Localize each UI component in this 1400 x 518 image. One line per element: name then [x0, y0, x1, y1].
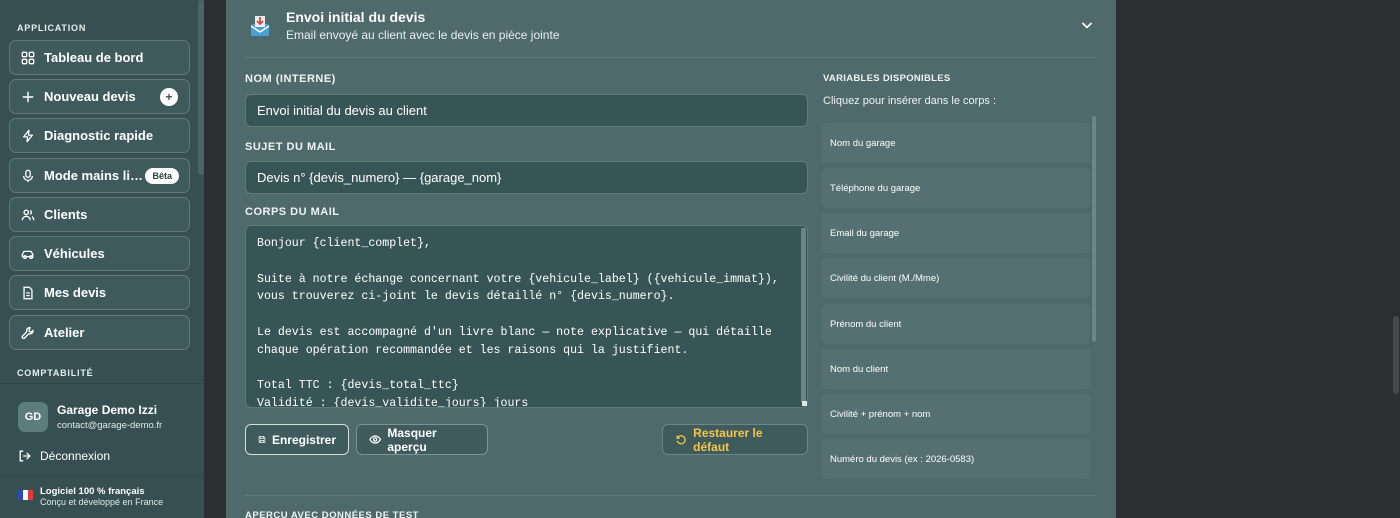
sidebar-item-label: Véhicules: [44, 246, 105, 261]
lightning-icon: [22, 129, 34, 142]
sidebar-item-label: Mode mains libres: [44, 168, 145, 183]
variable-item-quote-number[interactable]: Numéro du devis (ex : 2026-0583): [822, 439, 1090, 479]
page-scrollbar[interactable]: [1393, 316, 1399, 394]
avatar: GD: [18, 402, 48, 432]
body-textarea[interactable]: Bonjour {client_complet}, Suite à notre …: [245, 225, 808, 408]
variables-title: VARIABLES DISPONIBLES: [823, 73, 951, 84]
logout-icon: [19, 450, 31, 462]
sidebar-item-label: Atelier: [44, 325, 85, 340]
body-field-label: CORPS DU MAIL: [245, 206, 340, 218]
mail-outbox-icon: [250, 16, 270, 36]
sidebar: APPLICATION Tableau de bord Nouveau devi…: [0, 0, 204, 518]
variables-hint: Cliquez pour insérer dans le corps :: [823, 95, 997, 107]
header-divider: [245, 57, 1096, 58]
sidebar-item-label: Tableau de bord: [44, 50, 144, 65]
beta-badge: Bêta: [145, 167, 179, 184]
textarea-resize-handle[interactable]: [802, 401, 807, 406]
microphone-icon: [22, 169, 34, 182]
save-button[interactable]: Enregistrer: [245, 424, 349, 455]
variable-item-garage-email[interactable]: Email du garage: [822, 213, 1090, 253]
subject-field[interactable]: [245, 161, 808, 194]
sidebar-divider: [0, 383, 204, 384]
template-subtitle: Email envoyé au client avec le devis en …: [286, 28, 560, 42]
sidebar-item-label: Diagnostic rapide: [44, 128, 154, 143]
french-flag-icon: [18, 490, 33, 500]
toggle-preview-label: Masquer aperçu: [387, 425, 437, 454]
restore-default-label: Restaurer le défaut: [693, 425, 763, 454]
car-icon: [21, 250, 34, 259]
variables-list: Nom du garage Téléphone du garage Email …: [822, 116, 1092, 480]
variable-item-client-full[interactable]: Civilité + prénom + nom: [822, 394, 1090, 434]
sidebar-item-vehicles[interactable]: Véhicules: [9, 236, 190, 271]
user-email: contact@garage-demo.fr: [57, 420, 163, 431]
variables-scrollbar[interactable]: [1092, 116, 1096, 342]
name-field[interactable]: [245, 94, 808, 127]
preview-divider: [245, 495, 1096, 496]
sidebar-item-new-quote[interactable]: Nouveau devis +: [9, 79, 190, 114]
sidebar-divider: [0, 475, 204, 476]
document-icon: [23, 286, 33, 299]
variable-item-garage-name[interactable]: Nom du garage: [822, 123, 1090, 163]
footer-title: Logiciel 100 % français: [40, 486, 145, 497]
sidebar-scrollbar[interactable]: [198, 0, 204, 175]
sidebar-item-label: Clients: [44, 207, 88, 222]
chevron-down-icon[interactable]: [1080, 18, 1094, 32]
floppy-disk-icon: [258, 436, 266, 443]
user-name: Garage Demo Izzi: [57, 403, 158, 417]
users-icon: [21, 209, 35, 220]
logout-link[interactable]: Déconnexion: [18, 449, 110, 463]
sidebar-item-my-quotes[interactable]: Mes devis: [9, 275, 190, 310]
wrench-icon: [21, 326, 34, 339]
template-title: Envoi initial du devis: [286, 9, 426, 25]
section-label-application: APPLICATION: [17, 23, 87, 33]
textarea-scrollbar[interactable]: [801, 228, 806, 403]
dashboard-icon: [21, 51, 35, 64]
new-quote-badge: +: [160, 87, 178, 106]
variable-item-client-civility[interactable]: Civilité du client (M./Mme): [822, 258, 1090, 298]
sidebar-item-label: Mes devis: [44, 285, 107, 300]
name-field-label: NOM (INTERNE): [245, 73, 336, 85]
plus-icon: [22, 91, 34, 102]
variable-item-garage-phone[interactable]: Téléphone du garage: [822, 168, 1090, 208]
sidebar-item-dashboard[interactable]: Tableau de bord: [9, 40, 190, 75]
variable-item-client-firstname[interactable]: Prénom du client: [822, 304, 1090, 344]
subject-field-label: SUJET DU MAIL: [245, 141, 336, 153]
restore-default-button[interactable]: Restaurer le défaut: [662, 424, 808, 455]
save-label: Enregistrer: [271, 432, 336, 447]
sidebar-item-workshop[interactable]: Atelier: [9, 315, 190, 350]
sidebar-item-hands-free[interactable]: Mode mains libres Bêta: [9, 158, 190, 193]
undo-icon: [676, 435, 686, 445]
variable-item-client-lastname[interactable]: Nom du client: [822, 349, 1090, 389]
eye-icon: [369, 435, 382, 444]
logout-label: Déconnexion: [40, 449, 111, 463]
sidebar-item-quick-diagnostic[interactable]: Diagnostic rapide: [9, 118, 190, 153]
preview-section-label: APERÇU AVEC DONNÉES DE TEST: [245, 510, 419, 518]
toggle-preview-button[interactable]: Masquer aperçu: [356, 424, 488, 455]
sidebar-item-clients[interactable]: Clients: [9, 197, 190, 232]
sidebar-item-label: Nouveau devis: [44, 89, 136, 104]
footer-subtitle: Conçu et développé en France: [40, 497, 164, 507]
section-label-accounting: COMPTABILITÉ: [17, 368, 94, 378]
